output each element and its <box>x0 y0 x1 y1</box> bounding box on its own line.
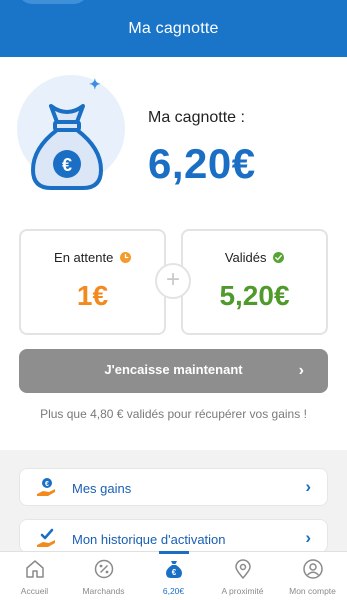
cash-out-hint: Plus que 4,80 € validés pour récupérer v… <box>40 407 307 421</box>
app-header: Ma cagnotte <box>0 0 347 57</box>
section-divider <box>0 450 347 462</box>
tab-label: A proximité <box>221 586 264 596</box>
page-title: Ma cagnotte <box>128 20 219 37</box>
validated-card: Validés 5,20€ <box>181 229 328 335</box>
validated-label: Validés <box>224 250 267 265</box>
money-bag-icon: € <box>165 561 182 578</box>
svg-text:€: € <box>45 481 49 488</box>
pending-label-row: En attente <box>21 250 164 265</box>
chevron-right-icon: › <box>305 528 311 547</box>
active-tab-indicator <box>158 551 189 554</box>
menu-item-label: Mes gains <box>72 481 132 496</box>
cash-out-button[interactable]: J'encaisse maintenant › <box>19 349 328 393</box>
sparkle-icon: ✦ <box>89 76 101 92</box>
pending-label: En attente <box>54 250 114 265</box>
clock-icon <box>119 252 131 263</box>
menu-item-label: Mon historique d'activation <box>72 532 226 547</box>
tab-label: 6,20€ <box>162 586 185 596</box>
tab-label: Accueil <box>20 586 49 596</box>
tab-accueil[interactable]: Accueil <box>0 552 69 600</box>
plus-icon: + <box>155 263 191 299</box>
validated-value: 5,20€ <box>219 280 290 311</box>
tab-a-proximite[interactable]: A proximité <box>208 552 277 600</box>
menu-item-historique[interactable]: Mon historique d'activation › <box>19 519 328 553</box>
tab-mon-compte[interactable]: Mon compte <box>278 552 347 600</box>
percent-badge-icon <box>94 559 113 579</box>
hand-coin-icon: € <box>37 478 55 496</box>
bottom-tab-bar: Accueil Marchands € 6,20€ A proximité Mo… <box>0 551 347 600</box>
money-bag-icon: € <box>31 104 103 190</box>
home-icon <box>25 560 44 578</box>
location-pin-icon <box>234 559 251 579</box>
chevron-right-icon: › <box>305 477 311 496</box>
pending-value: 1€ <box>76 280 109 311</box>
tab-label: Mon compte <box>289 586 336 596</box>
user-circle-icon <box>302 559 323 579</box>
validated-label-row: Validés <box>183 250 326 265</box>
svg-text:€: € <box>171 568 176 577</box>
cash-out-button-label: J'encaisse maintenant <box>104 362 243 377</box>
tab-cagnotte[interactable]: € 6,20€ <box>139 551 208 600</box>
hand-check-icon <box>37 528 55 547</box>
cagnotte-label: Ma cagnotte : <box>148 109 245 126</box>
svg-text:€: € <box>62 155 72 175</box>
pending-card: En attente 1€ <box>19 229 166 335</box>
check-icon <box>273 252 285 263</box>
cagnotte-amount: 6,20€ <box>148 140 256 187</box>
chevron-right-icon: › <box>298 362 304 379</box>
tab-marchands[interactable]: Marchands <box>69 552 138 600</box>
logo-fragment <box>18 0 88 4</box>
tab-label: Marchands <box>82 586 125 596</box>
menu-item-mes-gains[interactable]: € Mes gains › <box>19 468 328 506</box>
